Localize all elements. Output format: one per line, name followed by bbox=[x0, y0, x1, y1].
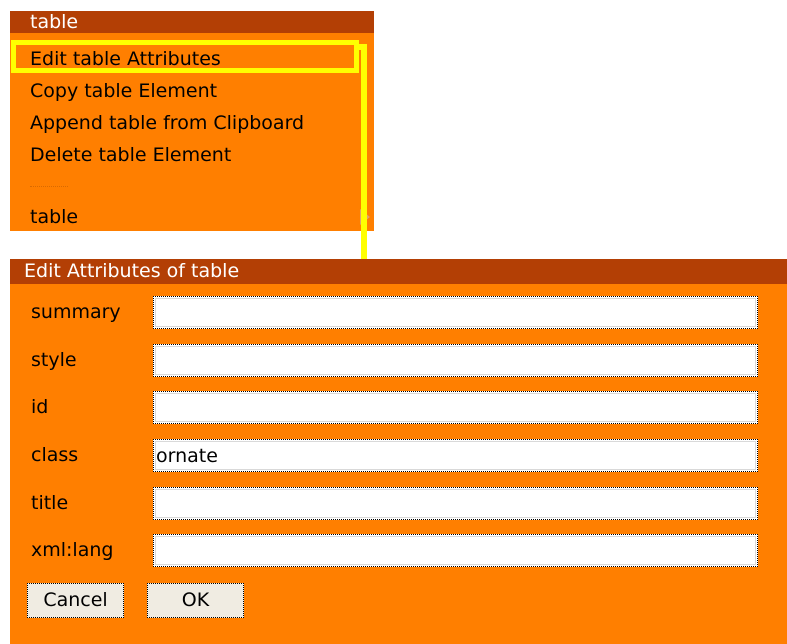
class-input[interactable] bbox=[153, 439, 758, 472]
field-label-title: title bbox=[31, 492, 69, 514]
field-label-summary: summary bbox=[31, 301, 121, 323]
summary-input[interactable] bbox=[153, 296, 758, 329]
menu-item-delete-element[interactable]: Delete table Element bbox=[30, 139, 231, 171]
menu-item-submenu-table[interactable]: table bbox=[30, 201, 78, 233]
ok-button[interactable]: OK bbox=[147, 583, 244, 618]
menu-item-copy-element[interactable]: Copy table Element bbox=[30, 75, 217, 107]
context-menu-title: table bbox=[10, 11, 374, 33]
field-row-summary: summary bbox=[10, 294, 787, 330]
xml-lang-input[interactable] bbox=[153, 534, 758, 567]
style-input[interactable] bbox=[153, 344, 758, 377]
menu-item-append-from-clipboard[interactable]: Append table from Clipboard bbox=[30, 107, 304, 139]
cancel-button[interactable]: Cancel bbox=[27, 583, 124, 618]
field-label-xml-lang: xml:lang bbox=[31, 539, 114, 561]
highlight-connector-line bbox=[361, 44, 367, 269]
field-row-title: title bbox=[10, 485, 787, 521]
field-row-xml-lang: xml:lang bbox=[10, 532, 787, 568]
selection-highlight bbox=[11, 40, 359, 73]
field-row-style: style bbox=[10, 342, 787, 378]
dialog-title: Edit Attributes of table bbox=[10, 259, 787, 284]
menu-separator bbox=[30, 186, 68, 187]
field-label-id: id bbox=[31, 396, 49, 418]
field-label-style: style bbox=[31, 349, 77, 371]
field-label-class: class bbox=[31, 444, 79, 466]
edit-attributes-dialog: Edit Attributes of table summary style i… bbox=[10, 259, 787, 644]
field-row-id: id bbox=[10, 389, 787, 425]
id-input[interactable] bbox=[153, 391, 758, 424]
title-input[interactable] bbox=[153, 487, 758, 520]
field-row-class: class bbox=[10, 437, 787, 473]
